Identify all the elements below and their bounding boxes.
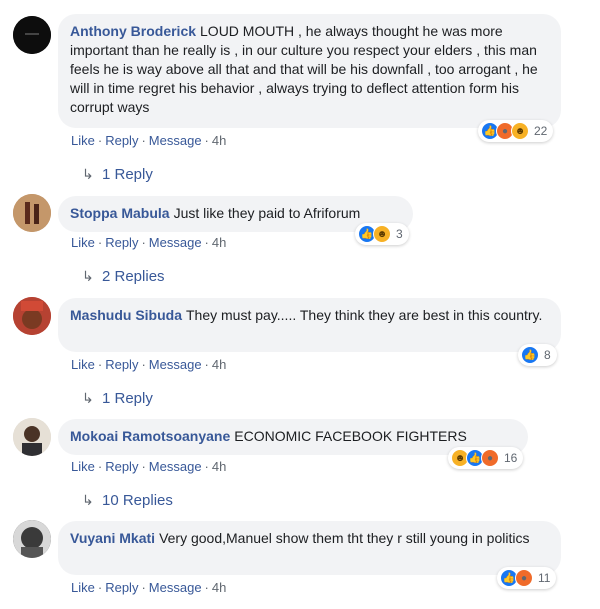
reply-button[interactable]: Reply: [105, 357, 138, 372]
reactions-summary[interactable]: 👍 8: [518, 344, 557, 366]
comment-author[interactable]: Vuyani Mkati: [70, 530, 155, 546]
message-button[interactable]: Message: [149, 133, 202, 148]
reply-arrow-icon: ↳: [82, 492, 94, 508]
comment-text: They must pay..... They think they are b…: [186, 307, 543, 323]
reaction-count: 11: [538, 571, 551, 585]
reply-arrow-icon: ↳: [82, 166, 94, 182]
reaction-count: 22: [534, 124, 548, 138]
comment-text: Just like they paid to Afriforum: [173, 205, 361, 221]
timestamp[interactable]: 4h: [212, 357, 226, 372]
comment-author[interactable]: Stoppa Mabula: [70, 205, 170, 221]
comment-bubble: Mashudu Sibuda They must pay..... They th…: [58, 298, 561, 352]
comment-actions: Like · Reply · Message · 4h: [71, 235, 227, 250]
like-button[interactable]: Like: [71, 133, 95, 148]
reactions-summary[interactable]: 👍 ☻ 3: [355, 223, 409, 245]
reply-button[interactable]: Reply: [105, 459, 138, 474]
view-replies-link[interactable]: ↳ 1 Reply: [82, 390, 153, 407]
reply-button[interactable]: Reply: [105, 235, 138, 250]
message-button[interactable]: Message: [149, 235, 202, 250]
avatar[interactable]: [13, 16, 51, 54]
comment-author[interactable]: Mokoai Ramotsoanyane: [70, 428, 230, 444]
like-button[interactable]: Like: [71, 357, 95, 372]
reply-arrow-icon: ↳: [82, 268, 94, 284]
reaction-count: 3: [396, 227, 403, 241]
avatar[interactable]: [13, 520, 51, 558]
reactions-summary[interactable]: ☻ 👍 ● 16: [448, 447, 524, 469]
like-icon: 👍: [521, 346, 539, 364]
message-button[interactable]: Message: [149, 580, 202, 595]
avatar[interactable]: [13, 418, 51, 456]
angry-icon: ●: [515, 569, 533, 587]
like-button[interactable]: Like: [71, 580, 95, 595]
message-button[interactable]: Message: [149, 459, 202, 474]
view-replies-link[interactable]: ↳ 1 Reply: [82, 166, 153, 183]
reactions-summary[interactable]: 👍 ● 11: [497, 567, 557, 589]
like-button[interactable]: Like: [71, 235, 95, 250]
comment-bubble: Anthony Broderick LOUD MOUTH , he always …: [58, 14, 561, 128]
reaction-count: 8: [544, 348, 551, 362]
comment-actions: Like · Reply · Message · 4h: [71, 133, 227, 148]
comment-text: ECONOMIC FACEBOOK FIGHTERS: [234, 428, 467, 444]
comment-author[interactable]: Anthony Broderick: [70, 23, 196, 39]
like-button[interactable]: Like: [71, 459, 95, 474]
haha-icon: ☻: [373, 225, 391, 243]
reply-arrow-icon: ↳: [82, 390, 94, 406]
message-button[interactable]: Message: [149, 357, 202, 372]
reaction-count: 16: [504, 451, 518, 465]
timestamp[interactable]: 4h: [212, 133, 226, 148]
reply-button[interactable]: Reply: [105, 580, 138, 595]
comment-author[interactable]: Mashudu Sibuda: [70, 307, 182, 323]
timestamp[interactable]: 4h: [212, 580, 226, 595]
comment-actions: Like · Reply · Message · 4h: [71, 357, 227, 372]
view-replies-link[interactable]: ↳ 2 Replies: [82, 268, 165, 285]
comment-actions: Like · Reply · Message · 4h: [71, 580, 227, 595]
view-replies-link[interactable]: ↳ 10 Replies: [82, 492, 173, 509]
reply-button[interactable]: Reply: [105, 133, 138, 148]
comment-bubble: Vuyani Mkati Very good,Manuel show them t…: [58, 521, 561, 575]
haha-icon: ☻: [511, 122, 529, 140]
comment-text: Very good,Manuel show them tht they r st…: [159, 530, 530, 546]
comment-actions: Like · Reply · Message · 4h: [71, 459, 227, 474]
avatar[interactable]: [13, 297, 51, 335]
timestamp[interactable]: 4h: [212, 459, 226, 474]
angry-icon: ●: [481, 449, 499, 467]
timestamp[interactable]: 4h: [212, 235, 226, 250]
avatar[interactable]: [13, 194, 51, 232]
reactions-summary[interactable]: 👍 ● ☻ 22: [478, 120, 554, 142]
